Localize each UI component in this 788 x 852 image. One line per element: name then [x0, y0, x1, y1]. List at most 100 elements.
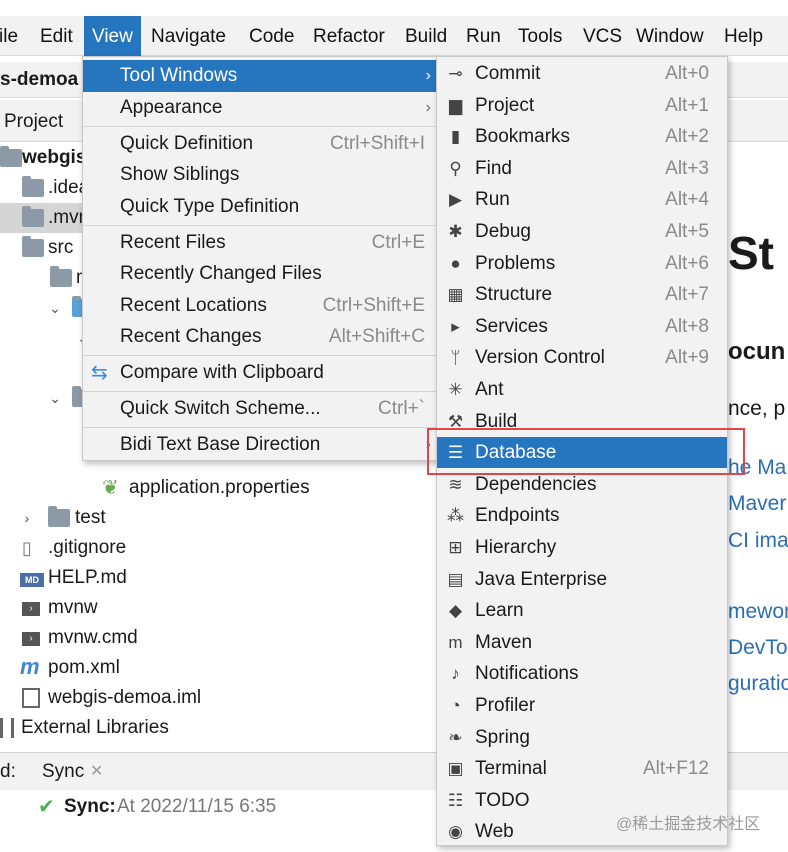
editor-link[interactable]: Maver [728, 492, 786, 516]
menu-item-recent-files[interactable]: Recent Files Ctrl+E [83, 227, 437, 259]
menu-build[interactable]: Build [397, 16, 455, 56]
tool-window-bookmarks[interactable]: ▮ Bookmarks Alt+2 [437, 121, 727, 152]
tool-window-debug[interactable]: ✱ Debug Alt+5 [437, 216, 727, 247]
markdown-icon: MD [20, 573, 44, 587]
menu-item-label: Hierarchy [475, 537, 557, 558]
menu-item-label: Quick Definition [120, 133, 254, 154]
folder-icon [22, 236, 44, 257]
library-icon [0, 718, 14, 738]
chevron-right-icon: › [425, 67, 431, 84]
close-icon[interactable]: ✕ [90, 753, 103, 791]
view-menu: Tool Windows › Appearance › Quick Defini… [82, 56, 438, 461]
menu-item-appearance[interactable]: Appearance › [83, 92, 437, 124]
menu-item-recent-locations[interactable]: Recent Locations Ctrl+Shift+E [83, 290, 437, 322]
menu-item-recently-changed-files[interactable]: Recently Changed Files [83, 258, 437, 290]
tool-window-profiler[interactable]: ◔ Profiler [437, 690, 727, 721]
menu-edit[interactable]: Edit [32, 16, 81, 56]
menu-item-quick-definition[interactable]: Quick Definition Ctrl+Shift+I [83, 128, 437, 160]
menu-item-show-siblings[interactable]: Show Siblings [83, 159, 437, 191]
tab-sync[interactable]: Sync [42, 753, 84, 791]
menu-item-label: Tool Windows [120, 65, 238, 86]
tool-window-hierarchy[interactable]: ⊞ Hierarchy [437, 532, 727, 563]
menu-tools[interactable]: Tools [510, 16, 570, 56]
menu-separator [83, 225, 437, 226]
folder-icon [50, 266, 72, 287]
menu-item-shortcut: Alt+4 [665, 189, 709, 210]
project-tab[interactable]: Project [4, 100, 63, 144]
menu-window[interactable]: Window [628, 16, 712, 56]
menu-navigate[interactable]: Navigate [143, 16, 234, 56]
chevron-down-icon[interactable]: ⌄ [48, 293, 62, 323]
chevron-down-icon[interactable]: ⌄ [48, 383, 62, 413]
menu-bar: ile Edit View Navigate Code Refactor Bui… [0, 16, 788, 56]
menu-help[interactable]: Help [716, 16, 771, 56]
tool-window-commit[interactable]: ⊸ Commit Alt+0 [437, 58, 727, 89]
menu-item-label: Quick Type Definition [120, 196, 300, 217]
problems-icon: ● [450, 254, 461, 273]
editor-link[interactable]: DevTo [728, 636, 788, 660]
commit-icon: ⊸ [448, 64, 463, 83]
tree-label: pom.xml [48, 657, 120, 678]
menu-item-quick-type-definition[interactable]: Quick Type Definition [83, 191, 437, 223]
tool-window-problems[interactable]: ● Problems Alt+6 [437, 248, 727, 279]
tree-label: External Libraries [21, 717, 169, 738]
tool-window-structure[interactable]: ▦ Structure Alt+7 [437, 279, 727, 310]
menu-file[interactable]: ile [0, 16, 26, 56]
menu-item-label: Project [475, 95, 535, 116]
tool-window-project[interactable]: ▆ Project Alt+1 [437, 90, 727, 121]
menu-vcs[interactable]: VCS [575, 16, 630, 56]
check-icon: ✔ [38, 796, 55, 818]
menu-item-quick-switch-scheme[interactable]: Quick Switch Scheme... Ctrl+` [83, 393, 437, 425]
menu-item-compare-with-clipboard[interactable]: ⇆ Compare with Clipboard [83, 357, 437, 389]
menu-refactor[interactable]: Refactor [305, 16, 393, 56]
tool-window-ant[interactable]: ✳ Ant [437, 374, 727, 405]
menu-item-tool-windows[interactable]: Tool Windows › [83, 60, 437, 92]
menu-item-label: TODO [475, 790, 530, 811]
menu-item-recent-changes[interactable]: Recent Changes Alt+Shift+C [83, 321, 437, 353]
menu-item-label: Recent Files [120, 232, 226, 253]
tool-window-endpoints[interactable]: ⁂ Endpoints [437, 500, 727, 531]
java-enterprise-icon: ▤ [447, 570, 464, 589]
menu-code[interactable]: Code [241, 16, 302, 56]
menu-item-label: Maven [475, 632, 533, 653]
editor-link[interactable]: mewor [728, 600, 788, 624]
editor-text: ocun [728, 338, 786, 365]
editor-text: nce, p [728, 397, 786, 420]
module-icon [22, 688, 40, 708]
menu-item-shortcut: Alt+3 [665, 158, 709, 179]
tool-window-learn[interactable]: ◆ Learn [437, 595, 727, 626]
dependencies-icon: ≋ [448, 475, 463, 494]
menu-item-label: Quick Switch Scheme... [120, 398, 321, 419]
tool-window-services[interactable]: ▸ Services Alt+8 [437, 311, 727, 342]
tool-window-java-enterprise[interactable]: ▤ Java Enterprise [437, 564, 727, 595]
tool-window-run[interactable]: ▶ Run Alt+4 [437, 184, 727, 215]
menu-item-shortcut: Alt+5 [665, 221, 709, 242]
menu-run[interactable]: Run [458, 16, 509, 56]
editor-link[interactable]: guratio [728, 672, 788, 696]
menu-item-label: Learn [475, 600, 524, 621]
tree-label: .gitignore [48, 537, 127, 558]
tool-window-version-control[interactable]: ᛘ Version Control Alt+9 [437, 342, 727, 373]
menu-item-shortcut: Ctrl+Shift+E [322, 295, 425, 316]
menu-item-bidi-text-base-direction[interactable]: Bidi Text Base Direction › [83, 429, 437, 461]
menu-item-label: Services [475, 316, 548, 337]
tool-window-find[interactable]: ⚲ Find Alt+3 [437, 153, 727, 184]
highlight-annotation [427, 428, 745, 475]
editor-link[interactable]: CI ima [728, 529, 788, 553]
menu-item-label: Recent Locations [120, 295, 267, 316]
tool-window-spring[interactable]: ❧ Spring [437, 722, 727, 753]
tool-window-terminal[interactable]: ▣ Terminal Alt+F12 [437, 753, 727, 784]
folder-icon: ▆ [448, 96, 463, 115]
menu-item-label: Ant [475, 379, 504, 400]
menu-item-shortcut: Alt+8 [665, 316, 709, 337]
menu-item-shortcut: Alt+2 [665, 126, 709, 147]
tab-prefix: d: [0, 761, 16, 782]
chevron-right-icon[interactable]: › [20, 503, 34, 533]
tool-window-maven[interactable]: m Maven [437, 627, 727, 658]
tree-label: src [48, 237, 74, 258]
menu-item-label: Debug [475, 221, 531, 242]
menu-view[interactable]: View [84, 16, 141, 56]
tool-window-notifications[interactable]: ♪ Notifications [437, 658, 727, 689]
menu-item-label: Recently Changed Files [120, 263, 322, 284]
tree-label: HELP.md [48, 567, 127, 588]
